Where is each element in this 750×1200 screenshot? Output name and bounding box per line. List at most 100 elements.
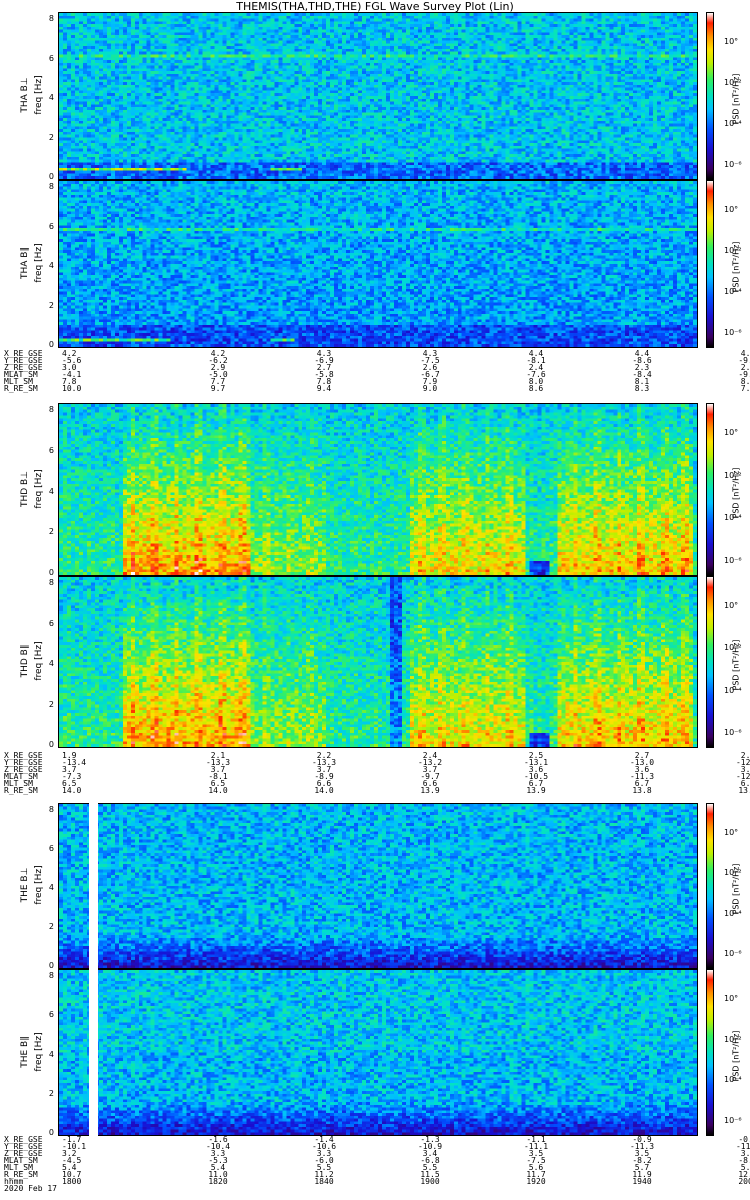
orbit-row: R_RE_SM10.711.011.211.511.711.912.1	[4, 1171, 750, 1179]
orbit-row: Y_RE_GSE -10.1 -10.4 -10.6 -10.9 -11.1 -11.3 -1…	[4, 1143, 750, 1151]
orbit-table-tha: X_RE_GSE4.24.24.34.34.44.44.4Y_RE_GSE-5.…	[4, 350, 750, 393]
orbit-value: 9.0	[422, 384, 438, 393]
y-axis-title: freq [Hz]	[34, 468, 44, 509]
orbit-row: Y_RE_GSE-5.6-6.2-6.9-7.5-8.1-8.6-9.2	[4, 357, 750, 365]
orbit-value: 10.0	[62, 384, 82, 393]
colorbar	[706, 12, 714, 180]
panel-label: THE B⊥	[20, 867, 30, 903]
y-tick-label: 0	[48, 740, 54, 749]
orbit-row-label: 2020 Feb 17	[4, 1184, 57, 1193]
colorbar-title: PSD [nT²/Hz]	[731, 73, 741, 125]
colorbar-tick-label: 10°	[724, 601, 739, 610]
colorbar	[706, 803, 714, 969]
orbit-value: 9.7	[210, 384, 226, 393]
orbit-row: MLAT_SM-4.1-5.0-5.8-6.7-7.6-8.4-9.3	[4, 371, 750, 379]
orbit-value: 13.7	[738, 786, 750, 795]
orbit-value: 8.6	[528, 384, 544, 393]
orbit-row: Y_RE_GSE -13.4 -13.3 -13.3 -13.2 -13.1 -13.0 -1…	[4, 759, 750, 767]
orbit-row: MLT_SM7.87.77.87.98.08.18.2	[4, 378, 750, 386]
orbit-value: 14.0	[314, 786, 334, 795]
spectrogram-panel-the-bl	[58, 803, 698, 969]
y-tick-label: 0	[48, 568, 54, 577]
orbit-value: 1840	[314, 1177, 334, 1186]
orbit-value: 9.4	[316, 384, 332, 393]
y-tick-label: 2	[48, 699, 54, 709]
colorbar-title: PSD [nT²/Hz]	[731, 467, 741, 518]
orbit-row-label: R_RE_SM	[4, 384, 38, 393]
orbit-value: 13.9	[420, 786, 440, 795]
y-tick-label: 2	[48, 1088, 54, 1098]
orbit-row: R_RE_SM 14.0 14.0 14.0 13.9 13.9 13.8 13.7	[4, 786, 750, 795]
orbit-row: X_RE_GSE-1.7-1.6-1.4-1.3-1.1-0.9-0.8	[4, 1136, 750, 1144]
orbit-row: R_RE_SM 10.0 9.7 9.4 9.0 8.6 8.3 7.8	[4, 384, 750, 393]
colorbar-tick-label: 10⁻⁶	[724, 556, 742, 565]
y-tick-label: 2	[48, 132, 54, 142]
colorbar-tick-label: 10⁻⁶	[724, 328, 742, 337]
y-axis-title: freq [Hz]	[34, 865, 44, 905]
orbit-row: X_RE_GSE4.24.24.34.34.44.44.4	[4, 350, 750, 358]
y-tick-label: 8	[48, 405, 54, 414]
colorbar-tick-label: 10°	[724, 428, 739, 437]
y-tick-label: 0	[48, 961, 54, 970]
y-tick-label: 0	[48, 340, 54, 349]
spectrogram-heatmap	[59, 577, 697, 747]
spectrogram-heatmap	[59, 804, 697, 968]
orbit-table-thd: X_RE_GSE1.92.12.22.42.52.72.8Y_RE_GSE-13…	[4, 752, 750, 795]
colorbar	[706, 969, 714, 1136]
orbit-value: 13.9	[526, 786, 546, 795]
spectrogram-heatmap	[59, 404, 697, 575]
orbit-row: Z_RE_GSE3.23.33.33.43.53.53.6	[4, 1150, 750, 1158]
spectrogram-panel-thd-bl	[58, 403, 698, 576]
orbit-value: 1900	[420, 1177, 440, 1186]
orbit-row: MLAT_SM-4.5-5.3-6.0-6.8-7.5-8.2-8.9	[4, 1157, 750, 1165]
y-tick-label: 2	[48, 300, 54, 310]
y-tick-label: 8	[48, 971, 54, 980]
panel-label: THD B∥	[20, 644, 30, 678]
orbit-value: 8.3	[634, 384, 650, 393]
spectrogram-panel-the-bpar	[58, 969, 698, 1136]
y-tick-label: 8	[48, 182, 54, 191]
spectrogram-panel-tha-bpar	[58, 180, 698, 348]
data-gap	[89, 969, 98, 1136]
orbit-row: hhmm1800182018401900192019402000	[4, 1177, 750, 1186]
data-gap	[89, 803, 98, 969]
y-tick-label: 8	[48, 805, 54, 814]
y-tick-label: 2	[48, 922, 54, 931]
colorbar	[706, 576, 714, 748]
orbit-row-label: R_RE_SM	[4, 786, 38, 795]
colorbar-tick-label: 10°	[724, 994, 739, 1003]
orbit-row: MLT_SM5.45.45.55.55.65.75.7	[4, 1164, 750, 1172]
y-axis-title: freq [Hz]	[34, 243, 44, 283]
orbit-value: 1920	[526, 1177, 546, 1186]
orbit-value: 1820	[208, 1177, 228, 1186]
orbit-value: 13.8	[632, 786, 652, 795]
colorbar-tick-label: 10⁻⁶	[724, 160, 742, 169]
colorbar-title: PSD [nT²/Hz]	[731, 1030, 741, 1081]
y-tick-label: 2	[48, 527, 54, 537]
colorbar-title: PSD [nT²/Hz]	[731, 639, 741, 691]
y-tick-label: 8	[48, 578, 54, 587]
orbit-row: Z_RE_GSE3.02.92.72.62.42.32.1	[4, 364, 750, 372]
y-axis-title: freq [Hz]	[34, 641, 44, 681]
orbit-row: 2020 Feb 17	[4, 1184, 704, 1193]
panel-label: THE B∥	[20, 1035, 30, 1068]
colorbar-title: PSD [nT²/Hz]	[731, 863, 741, 915]
panel-label: THD B⊥	[20, 470, 30, 507]
colorbar-tick-label: 10°	[724, 205, 739, 214]
spectrogram-heatmap	[59, 13, 697, 179]
orbit-row: MLAT_SM-7.3-8.1-8.9-9.7-10.5-11.3-12.0	[4, 773, 750, 781]
spectrogram-panel-tha-bl	[58, 12, 698, 180]
spectrogram-heatmap	[59, 970, 697, 1135]
y-tick-label: 0	[48, 172, 54, 181]
orbit-row: Z_RE_GSE3.73.73.73.73.63.63.6	[4, 766, 750, 774]
colorbar-tick-label: 10°	[724, 828, 739, 837]
colorbar-tick-label: 10⁻⁶	[724, 728, 742, 737]
orbit-table-the: X_RE_GSE-1.7-1.6-1.4-1.3-1.1-0.9-0.8Y_RE…	[4, 1136, 750, 1193]
colorbar-tick-label: 10⁻⁶	[724, 1116, 742, 1125]
orbit-row: X_RE_GSE1.92.12.22.42.52.72.8	[4, 752, 750, 760]
y-axis-title: freq [Hz]	[34, 1031, 44, 1072]
colorbar-tick-label: 10°	[724, 37, 739, 46]
panel-label: THA B⊥	[20, 77, 30, 113]
y-axis-title: freq [Hz]	[34, 75, 44, 115]
orbit-value: 7.8	[740, 384, 750, 393]
